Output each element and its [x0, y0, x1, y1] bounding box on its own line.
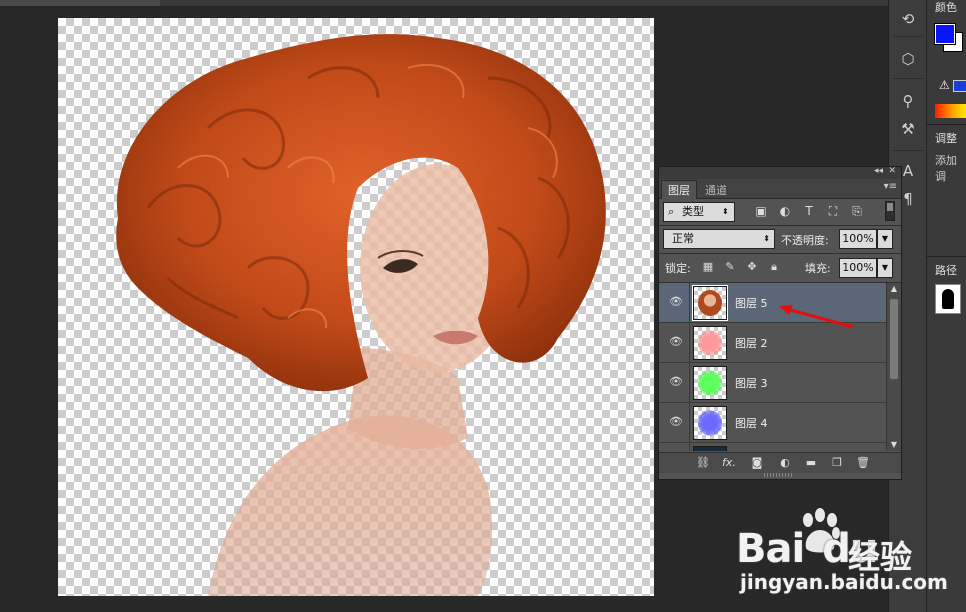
layers-panel-footer: ⛓ fx. ◙ ◐ ▬ ❐ 🗑︎ — [659, 452, 901, 473]
layer-list-scrollbar[interactable]: ▲ ▼ — [886, 283, 901, 451]
layer-thumbnail[interactable] — [693, 406, 727, 440]
blend-mode-select[interactable]: 正常 ⬍ — [663, 229, 775, 249]
document-tab-bar — [0, 0, 888, 6]
panel-title-bar[interactable]: ◂◂ ✕ — [659, 166, 901, 179]
adjustments-panel-title[interactable]: 调整 — [935, 130, 957, 146]
dock-separator — [893, 78, 923, 79]
tab-channels[interactable]: 通道 — [699, 181, 733, 199]
document-canvas[interactable] — [58, 18, 654, 596]
adjustment-icon[interactable]: ◐ — [777, 455, 793, 471]
filter-toggle[interactable] — [885, 201, 895, 221]
thumbnail-content — [698, 330, 722, 356]
fill-label: 填充: — [805, 262, 831, 275]
tab-layers[interactable]: 图层 — [661, 180, 697, 199]
opacity-input[interactable]: 100% — [839, 229, 877, 249]
layer-row-3[interactable]: 👁︎ 图层 3 — [659, 363, 886, 403]
scroll-down-icon[interactable]: ▼ — [887, 439, 901, 451]
panel-divider — [659, 253, 901, 254]
warning-icon[interactable]: ⚠ — [939, 78, 950, 92]
layer-thumbnail[interactable] — [693, 446, 727, 451]
panel-menu-icon[interactable]: ▾≡ — [884, 181, 897, 192]
eye-icon[interactable]: 👁︎ — [669, 375, 683, 389]
folder-icon[interactable]: ▬ — [803, 455, 819, 471]
lock-transparent-icon[interactable]: ▦ — [701, 260, 715, 274]
filter-smart-object-icon[interactable]: ⎘ — [849, 202, 865, 220]
3d-cube-icon[interactable]: ⬡ — [895, 48, 921, 70]
dock-divider — [927, 124, 966, 125]
adjustments-add-label: 添加调 — [935, 154, 957, 183]
row-separator — [689, 443, 690, 451]
document-tab[interactable] — [0, 0, 160, 6]
collapse-panel-icon[interactable]: ◂◂ — [874, 166, 883, 176]
layer-thumbnail[interactable] — [693, 326, 727, 360]
layers-panel: ◂◂ ✕ 图层 通道 ▾≡ ⌕ 类型 ⬍ ▣ ◐ T ⛶ ⎘ 正常 ⬍ 不透明度… — [658, 166, 902, 480]
history-icon[interactable]: ⟲ — [895, 8, 921, 30]
dock-separator — [893, 150, 923, 151]
color-panel-title[interactable]: 颜色 — [935, 0, 957, 15]
trash-icon[interactable]: 🗑︎ — [855, 455, 871, 471]
row-separator — [689, 323, 690, 362]
lock-label: 锁定: — [665, 262, 691, 275]
opacity-label: 不透明度: — [781, 234, 829, 247]
filter-type-icon[interactable]: T — [801, 202, 817, 220]
path-thumbnail[interactable] — [935, 284, 961, 314]
layer-row-4[interactable]: 👁︎ 图层 4 — [659, 403, 886, 443]
fill-input[interactable]: 100% — [839, 258, 877, 278]
layers-panel-tabs: 图层 通道 ▾≡ — [659, 179, 901, 199]
layer-thumbnail[interactable] — [693, 366, 727, 400]
resize-grip[interactable] — [764, 473, 794, 477]
thumbnail-content — [698, 410, 722, 436]
layer-name[interactable]: 图层 2 — [735, 335, 768, 351]
search-icon: ⌕ — [668, 205, 675, 218]
paths-panel-title[interactable]: 路径 — [935, 262, 957, 278]
filter-kind-label: 类型 — [682, 205, 704, 218]
close-panel-icon[interactable]: ✕ — [888, 166, 896, 176]
thumbnail-content — [698, 290, 722, 316]
color-spectrum[interactable] — [935, 104, 966, 118]
layer-filter-select[interactable]: ⌕ 类型 ⬍ — [663, 202, 735, 222]
blend-mode-value: 正常 — [672, 232, 694, 245]
eye-icon[interactable]: 👁︎ — [669, 415, 683, 429]
layer-name[interactable]: 图层 4 — [735, 415, 768, 431]
eye-icon[interactable]: 👁︎ — [669, 295, 683, 309]
fill-dropdown-button[interactable]: ▼ — [877, 258, 893, 278]
opacity-dropdown-button[interactable]: ▼ — [877, 229, 893, 249]
dock-divider — [927, 256, 966, 257]
eye-icon[interactable]: 👁︎ — [669, 335, 683, 349]
baidu-watermark: Bai du 经验 jingyan.baidu.com — [730, 508, 960, 604]
row-separator — [689, 283, 690, 322]
lock-paint-icon[interactable]: ✎ — [723, 260, 737, 274]
fx-icon[interactable]: fx. — [721, 455, 737, 471]
filter-pixel-icon[interactable]: ▣ — [753, 202, 769, 220]
annotation-arrow — [779, 305, 854, 329]
scroll-up-icon[interactable]: ▲ — [887, 283, 901, 295]
layer-row-partial[interactable] — [659, 443, 886, 451]
link-icon[interactable]: ⛓ — [695, 455, 711, 471]
layer-name[interactable]: 图层 3 — [735, 375, 768, 391]
filter-adjustment-icon[interactable]: ◐ — [777, 202, 793, 220]
watermark-url: jingyan.baidu.com — [740, 570, 948, 594]
portrait-image — [116, 34, 606, 596]
chevron-updown-icon: ⬍ — [763, 234, 770, 243]
row-separator — [689, 403, 690, 442]
scroll-thumb[interactable] — [890, 299, 898, 379]
layer-name[interactable]: 图层 5 — [735, 295, 768, 311]
dock-separator — [893, 36, 923, 37]
filter-shape-icon[interactable]: ⛶ — [825, 202, 841, 220]
gamut-color-chip[interactable] — [953, 80, 966, 92]
chevron-updown-icon: ⬍ — [722, 207, 729, 216]
lock-all-icon[interactable]: 🔒︎ — [767, 260, 781, 274]
lock-position-icon[interactable]: ✥ — [745, 260, 759, 274]
layer-thumbnail[interactable] — [692, 285, 728, 321]
brand-text: Bai — [736, 526, 805, 572]
panel-divider — [659, 225, 901, 226]
tool-presets-icon[interactable]: ⚒ — [895, 118, 921, 140]
thumbnail-content — [698, 370, 722, 396]
row-separator — [689, 363, 690, 402]
foreground-color-swatch[interactable] — [935, 24, 955, 44]
mask-icon[interactable]: ◙ — [749, 455, 765, 471]
brush-presets-icon[interactable]: ⚲ — [895, 90, 921, 112]
new-layer-icon[interactable]: ❐ — [829, 455, 845, 471]
